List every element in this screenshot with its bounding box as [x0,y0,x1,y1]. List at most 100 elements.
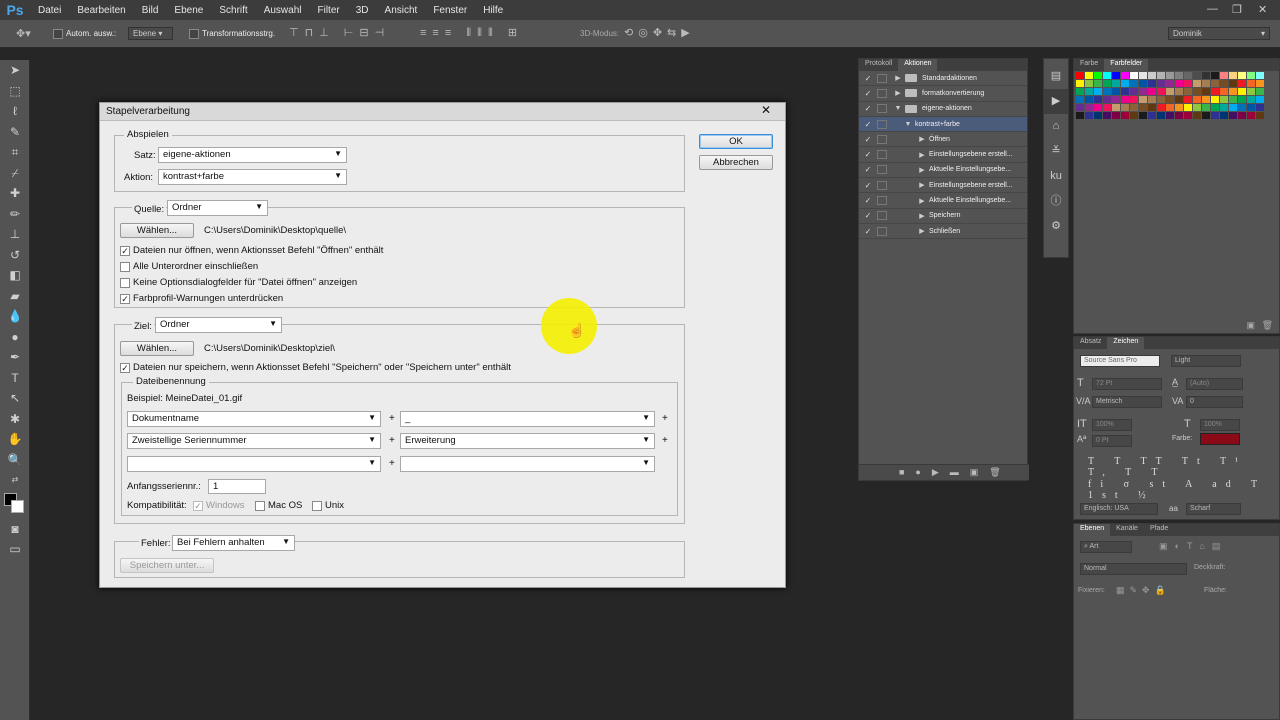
kuler-icon[interactable]: ku [1044,164,1068,189]
color-swatch[interactable] [1247,104,1255,111]
dialog-toggle-box[interactable] [877,150,887,160]
color-swatch[interactable] [1157,72,1165,79]
tab-ebenen[interactable]: Ebenen [1074,524,1111,536]
color-swatch[interactable] [1238,72,1246,79]
color-swatch[interactable] [1103,80,1111,87]
color-swatch[interactable] [1247,72,1255,79]
chevron-right-icon[interactable]: ▶ [915,151,929,159]
color-swatch[interactable] [1184,80,1192,87]
color-swatch[interactable] [1076,88,1084,95]
distribute-icons[interactable]: ≡≡≡ ⦀⦀⦀ ⊞ [420,26,523,40]
tab-pfade[interactable]: Pfade [1144,524,1174,536]
color-swatch[interactable] [1220,96,1228,103]
tracking-field[interactable]: 0 [1186,396,1243,408]
color-swatch[interactable] [1085,88,1093,95]
color-swatch[interactable] [1094,88,1102,95]
color-swatch[interactable] [1220,88,1228,95]
minimize-icon[interactable]: — [1207,3,1218,15]
dialog-toggle-box[interactable] [877,119,887,129]
tab-aktionen[interactable]: Aktionen [898,59,938,71]
source-choose-button[interactable]: Wählen... [120,223,194,238]
brush-preset-icon[interactable]: ⌂ [1044,114,1068,139]
color-swatch[interactable] [1229,80,1237,87]
menu-bild[interactable]: Bild [134,5,167,16]
properties-icon[interactable]: ⚙ [1044,214,1068,239]
color-swatch[interactable] [1112,112,1120,119]
color-swatch[interactable] [1202,80,1210,87]
shape-tool-icon[interactable]: ✱ [0,409,30,430]
naming-field-1[interactable]: Dokumentname ▼ [127,411,381,427]
color-swatch[interactable] [1184,72,1192,79]
action-row[interactable]: ✓ ▶ Öffnen [859,132,1027,148]
color-swatch[interactable] [1121,72,1129,79]
color-swatch[interactable] [1184,88,1192,95]
workspace-dropdown[interactable]: Dominik ▾ [1168,27,1270,40]
color-swatch[interactable] [1175,104,1183,111]
action-row[interactable]: ✓ ▶ Einstellungsebene erstell... [859,147,1027,163]
check-icon[interactable]: ✓ [859,196,877,205]
color-swatch[interactable] [1193,104,1201,111]
font-size-field[interactable]: 72 Pt [1092,378,1162,390]
marquee-tool-icon[interactable]: ⬚ [0,81,30,102]
dialog-toggle-box[interactable] [877,180,887,190]
dialog-toggle-box[interactable] [877,88,887,98]
color-swatch[interactable] [1121,104,1129,111]
adjustments-icon[interactable]: ≚ [1044,139,1068,164]
dialog-toggle-box[interactable] [877,165,887,175]
menu-ansicht[interactable]: Ansicht [377,5,426,16]
color-swatch[interactable] [1139,72,1147,79]
color-swatch[interactable] [1184,104,1192,111]
color-swatch[interactable] [1220,72,1228,79]
dialog-toggle-box[interactable] [877,73,887,83]
color-swatch[interactable] [1139,80,1147,87]
lasso-tool-icon[interactable]: ℓ [0,101,30,122]
color-swatch[interactable] [1103,96,1111,103]
check-icon[interactable]: ✓ [859,74,877,83]
color-swatch[interactable] [1220,112,1228,119]
color-swatch[interactable] [1247,112,1255,119]
tab-farbe[interactable]: Farbe [1074,59,1104,71]
dialog-toggle-box[interactable] [877,211,887,221]
color-swatch[interactable] [1094,80,1102,87]
swatch-grid[interactable] [1076,72,1266,132]
delete-swatch-icon[interactable]: 🗑 [1262,320,1273,331]
crop-tool-icon[interactable]: ⌗ [0,142,30,163]
chevron-down-icon[interactable]: ▼ [901,121,915,128]
chevron-right-icon[interactable]: ▶ [891,89,905,97]
transform-controls-checkbox[interactable] [189,29,199,39]
action-dropdown[interactable]: kontrast+farbe ▼ [158,169,347,185]
check-icon[interactable]: ✓ [859,135,877,144]
color-swatch[interactable] [1175,112,1183,119]
move-tool-icon[interactable]: ✥▾ [16,27,31,40]
source-dropdown[interactable]: Ordner ▼ [167,200,268,216]
dialog-toggle-box[interactable] [877,196,887,206]
type-tool-icon[interactable]: T [0,368,30,389]
color-swatch[interactable] [1193,72,1201,79]
naming-field-2[interactable]: _ ▼ [400,411,655,427]
color-swatch[interactable] [1175,72,1183,79]
menu-ebene[interactable]: Ebene [166,5,211,16]
color-swatch[interactable] [1121,88,1129,95]
color-swatch[interactable] [1157,96,1165,103]
tab-zeichen[interactable]: Zeichen [1107,337,1145,349]
color-swatch[interactable] [1175,80,1183,87]
layer-kind-filter[interactable]: ⌕ Art [1080,541,1132,553]
errors-dropdown[interactable]: Bei Fehlern anhalten ▼ [172,535,295,551]
color-swatch[interactable] [1256,80,1264,87]
color-swatch[interactable] [1229,88,1237,95]
color-swatch[interactable] [1157,88,1165,95]
color-swatch[interactable] [1229,96,1237,103]
chevron-right-icon[interactable]: ▶ [915,166,929,174]
color-swatch[interactable] [1175,88,1183,95]
color-swatch[interactable] [1103,72,1111,79]
chevron-right-icon[interactable]: ▶ [915,212,929,220]
opentype-buttons[interactable]: fi σ st A ad T 1st ½ [1088,479,1279,501]
tab-protokoll[interactable]: Protokoll [859,59,898,71]
color-swatch[interactable] [1166,104,1174,111]
color-swatch[interactable] [1184,112,1192,119]
color-swatch[interactable] [1085,72,1093,79]
source-option-checkbox[interactable]: ✓ [120,246,130,256]
dialog-toggle-box[interactable] [877,134,887,144]
check-icon[interactable]: ✓ [859,227,877,236]
color-swatch[interactable] [1130,112,1138,119]
